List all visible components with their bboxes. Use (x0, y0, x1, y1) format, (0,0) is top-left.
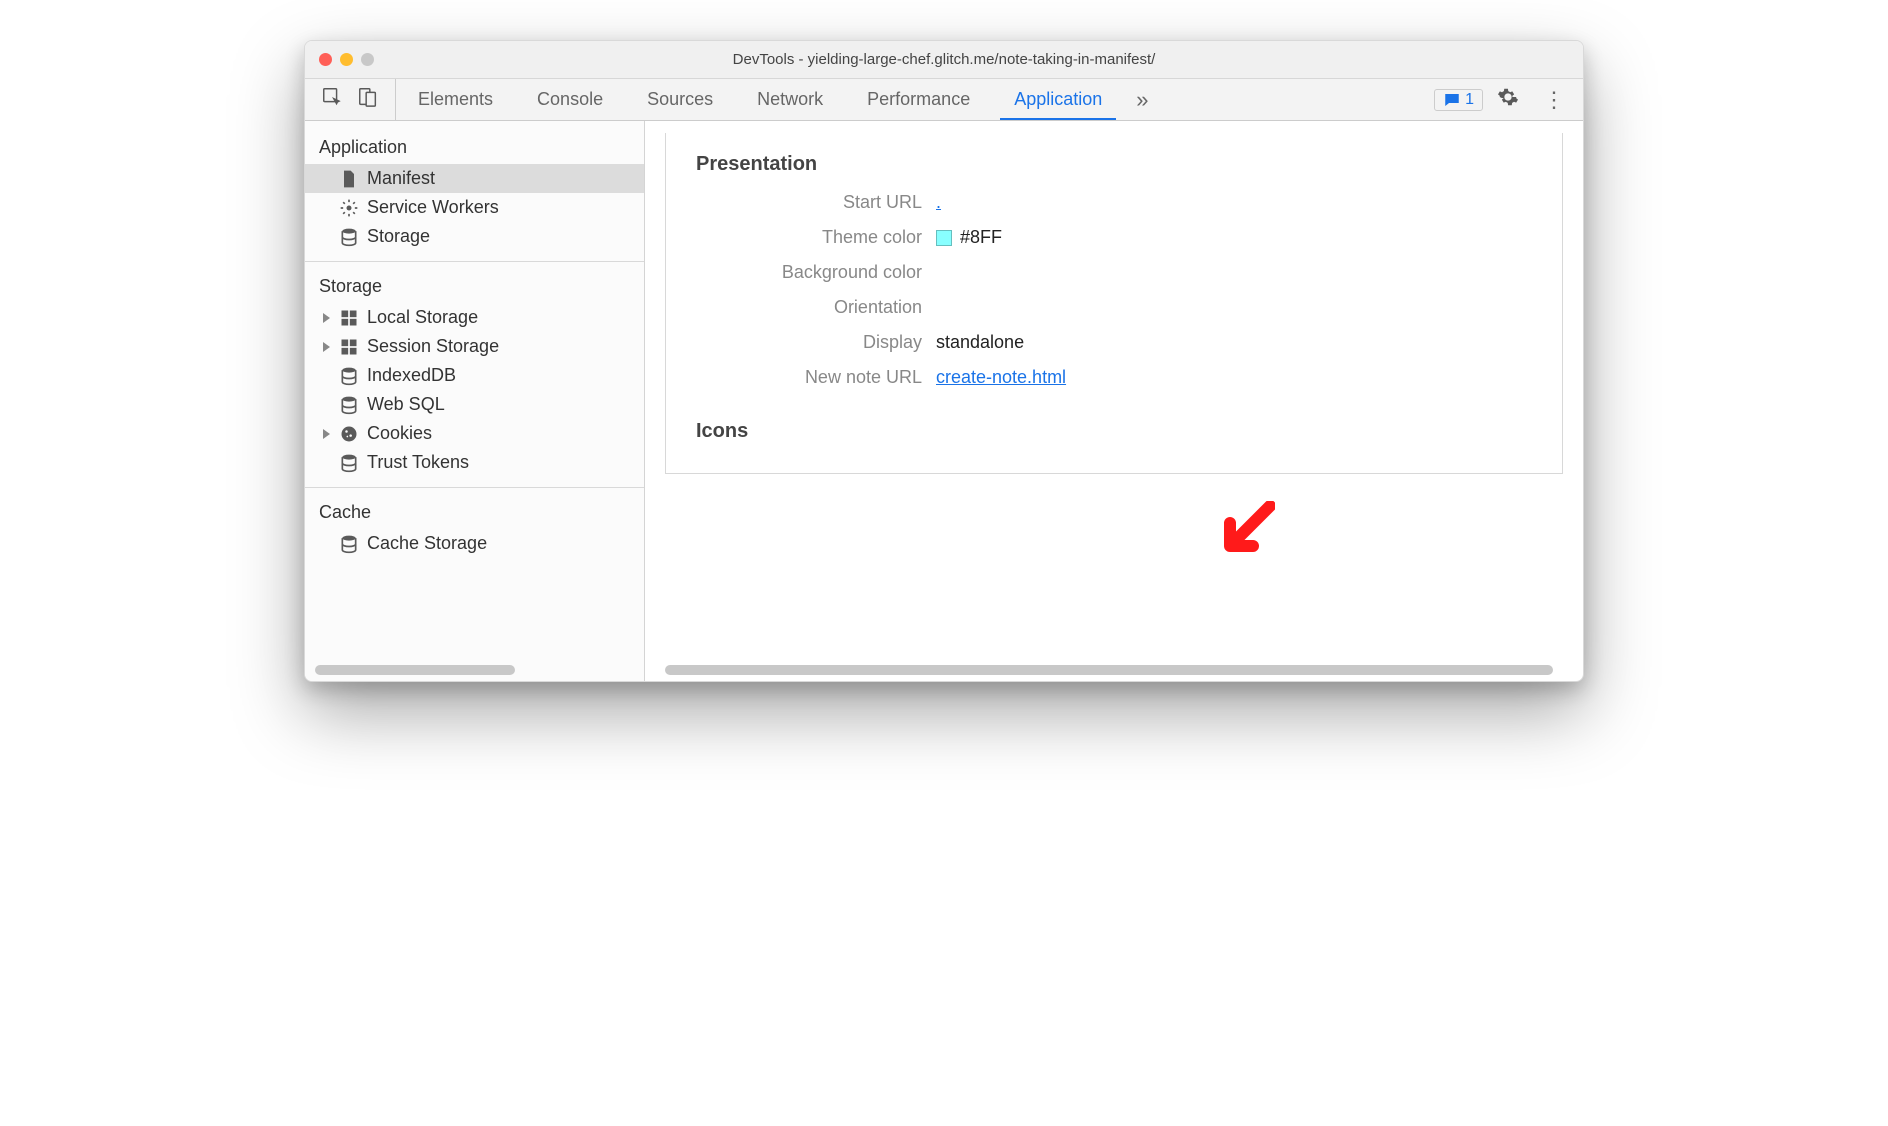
tab-console[interactable]: Console (515, 79, 625, 120)
sidebar-item-web-sql[interactable]: Web SQL (305, 390, 644, 419)
chevron-right-icon (323, 342, 330, 352)
row-theme-color: Theme color #8FF (696, 227, 1532, 248)
row-new-note-url: New note URL create-note.html (696, 367, 1532, 388)
sidebar-separator (305, 487, 644, 488)
sidebar-item-indexeddb[interactable]: IndexedDB (305, 361, 644, 390)
more-tabs-icon[interactable]: » (1124, 79, 1160, 120)
sidebar-item-trust-tokens[interactable]: Trust Tokens (305, 448, 644, 477)
chevron-right-icon (323, 429, 330, 439)
orientation-label: Orientation (696, 297, 936, 318)
presentation-heading: Presentation (696, 153, 1532, 176)
manifest-content-panel[interactable]: Presentation Start URL . Theme color #8F… (645, 121, 1583, 681)
theme-color-value: #8FF (960, 227, 1002, 248)
settings-icon[interactable] (1487, 86, 1529, 113)
start-url-label: Start URL (696, 192, 936, 213)
gear-icon (339, 198, 359, 218)
new-note-url-label: New note URL (696, 367, 936, 388)
sidebar-group-application: Application (305, 131, 644, 162)
presentation-panel: Presentation Start URL . Theme color #8F… (665, 133, 1563, 474)
device-toolbar-icon[interactable] (357, 86, 379, 113)
row-background-color: Background color (696, 262, 1532, 283)
sidebar-separator (305, 261, 644, 262)
theme-color-swatch (936, 230, 952, 246)
theme-color-label: Theme color (696, 227, 936, 248)
devtools-tabs: Elements Console Sources Network Perform… (396, 79, 1426, 120)
file-icon (339, 169, 359, 189)
sidebar-item-session-storage[interactable]: Session Storage (305, 332, 644, 361)
kebab-menu-icon[interactable]: ⋮ (1533, 89, 1575, 111)
row-start-url: Start URL . (696, 192, 1532, 213)
grid-icon (339, 337, 359, 357)
display-label: Display (696, 332, 936, 353)
database-icon (339, 534, 359, 554)
application-sidebar[interactable]: Application Manifest Service Workers Sto… (305, 121, 645, 681)
database-icon (339, 395, 359, 415)
tab-sources[interactable]: Sources (625, 79, 735, 120)
sidebar-scrollbar[interactable] (315, 665, 515, 675)
sidebar-item-storage[interactable]: Storage (305, 222, 644, 251)
window-titlebar: DevTools - yielding-large-chef.glitch.me… (305, 41, 1583, 79)
start-url-link[interactable]: . (936, 192, 941, 213)
traffic-lights (319, 53, 374, 66)
devtools-window: DevTools - yielding-large-chef.glitch.me… (304, 40, 1584, 682)
chevron-right-icon (323, 313, 330, 323)
database-icon (339, 227, 359, 247)
issues-button[interactable]: 1 (1434, 89, 1483, 111)
row-display: Display standalone (696, 332, 1532, 353)
annotation-arrow-icon (1215, 501, 1275, 561)
row-orientation: Orientation (696, 297, 1532, 318)
icons-heading: Icons (696, 420, 1532, 443)
database-icon (339, 366, 359, 386)
maximize-window-button[interactable] (361, 53, 374, 66)
sidebar-group-cache: Cache (305, 496, 644, 527)
sidebar-group-storage: Storage (305, 270, 644, 301)
database-icon (339, 453, 359, 473)
toolbar-right: 1 ⋮ (1426, 79, 1583, 120)
content-scrollbar[interactable] (665, 665, 1553, 675)
panel-body: Application Manifest Service Workers Sto… (305, 121, 1583, 681)
sidebar-item-cookies[interactable]: Cookies (305, 419, 644, 448)
grid-icon (339, 308, 359, 328)
tab-elements[interactable]: Elements (396, 79, 515, 120)
cookie-icon (339, 424, 359, 444)
tab-performance[interactable]: Performance (845, 79, 992, 120)
close-window-button[interactable] (319, 53, 332, 66)
window-title: DevTools - yielding-large-chef.glitch.me… (305, 51, 1583, 68)
sidebar-item-cache-storage[interactable]: Cache Storage (305, 529, 644, 558)
issues-count: 1 (1465, 91, 1474, 109)
bg-color-label: Background color (696, 262, 936, 283)
sidebar-item-service-workers[interactable]: Service Workers (305, 193, 644, 222)
minimize-window-button[interactable] (340, 53, 353, 66)
toolbar-left-icons (305, 79, 396, 120)
tab-application[interactable]: Application (992, 79, 1124, 120)
new-note-url-link[interactable]: create-note.html (936, 367, 1066, 388)
sidebar-item-manifest[interactable]: Manifest (305, 164, 644, 193)
display-value: standalone (936, 332, 1024, 353)
sidebar-item-local-storage[interactable]: Local Storage (305, 303, 644, 332)
inspect-element-icon[interactable] (321, 86, 343, 113)
tab-network[interactable]: Network (735, 79, 845, 120)
devtools-toolbar: Elements Console Sources Network Perform… (305, 79, 1583, 121)
